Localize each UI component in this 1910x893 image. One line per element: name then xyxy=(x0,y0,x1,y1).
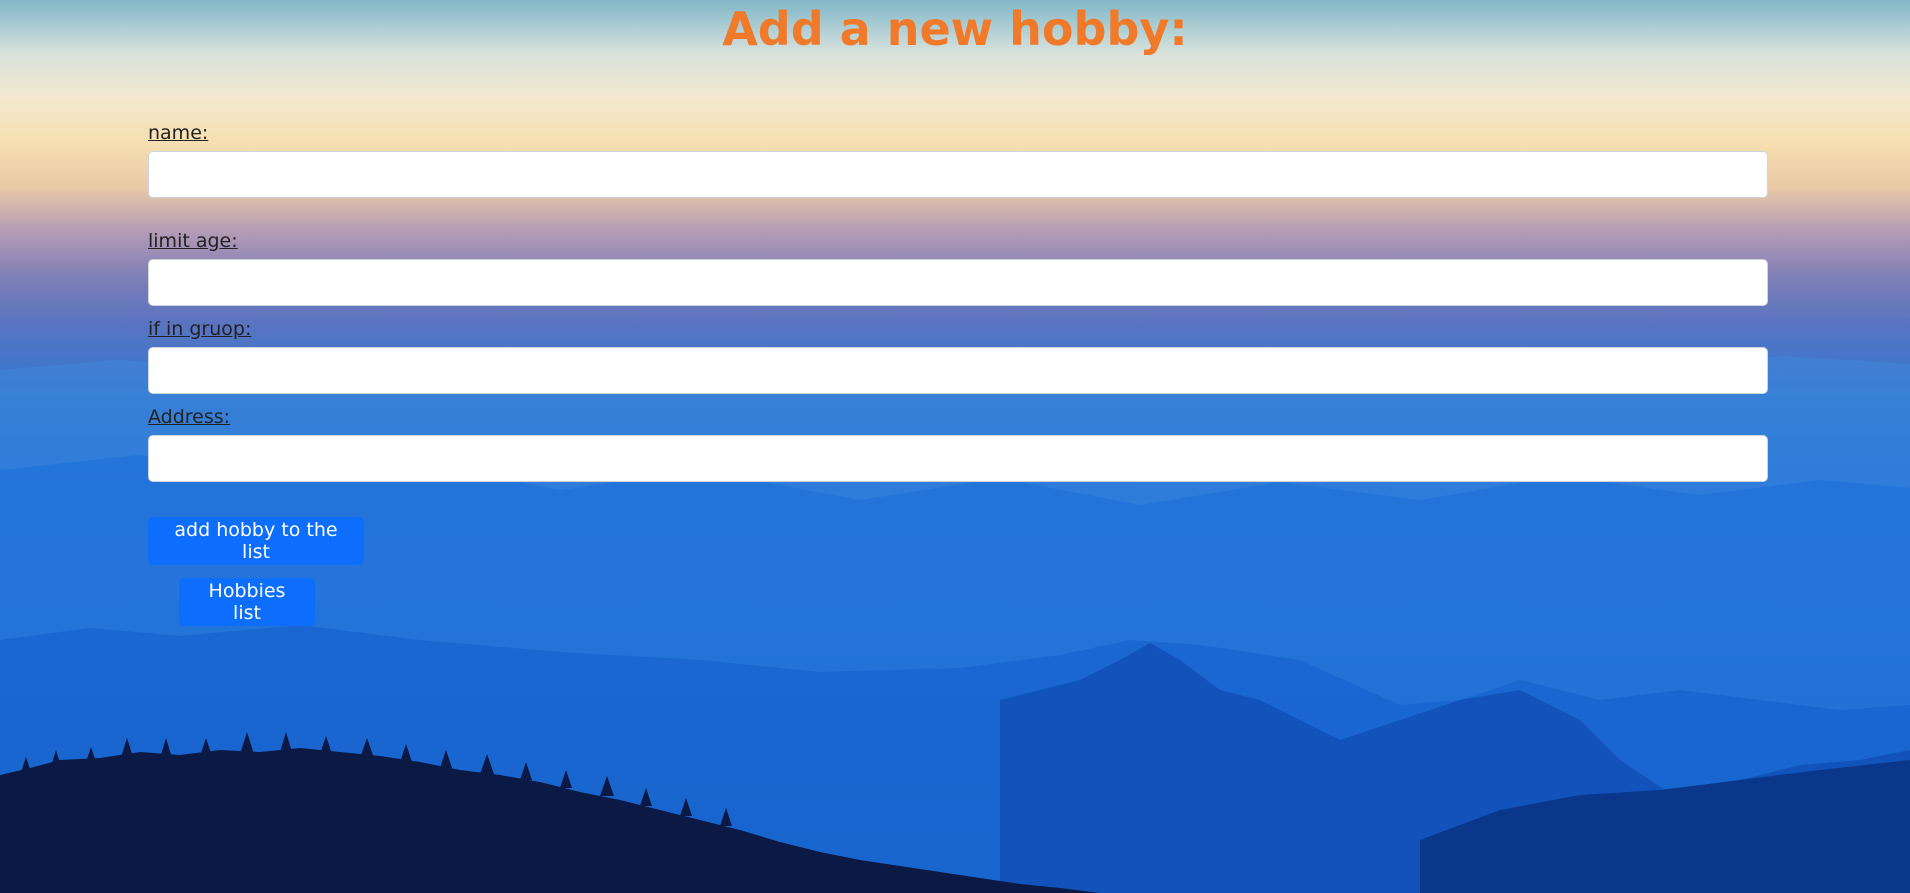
hobbies-list-button[interactable]: Hobbies list xyxy=(179,578,315,626)
address-label: Address: xyxy=(148,406,231,428)
page-title: Add a new hobby: xyxy=(722,2,1188,56)
address-row: Address: xyxy=(148,402,1768,482)
group-label: if in gruop: xyxy=(148,318,252,340)
name-input[interactable] xyxy=(148,151,1768,198)
address-input[interactable] xyxy=(148,435,1768,482)
limit-age-input[interactable] xyxy=(148,259,1768,306)
limit-age-label: limit age: xyxy=(148,230,238,252)
page: Add a new hobby: name: limit age: if in … xyxy=(0,0,1910,893)
group-row: if in gruop: xyxy=(148,314,1768,394)
limit-age-row: limit age: xyxy=(148,226,1768,306)
name-label: name: xyxy=(148,122,209,144)
group-input[interactable] xyxy=(148,347,1768,394)
add-hobby-button[interactable]: add hobby to the list xyxy=(148,517,364,565)
name-row: name: xyxy=(148,118,1768,198)
